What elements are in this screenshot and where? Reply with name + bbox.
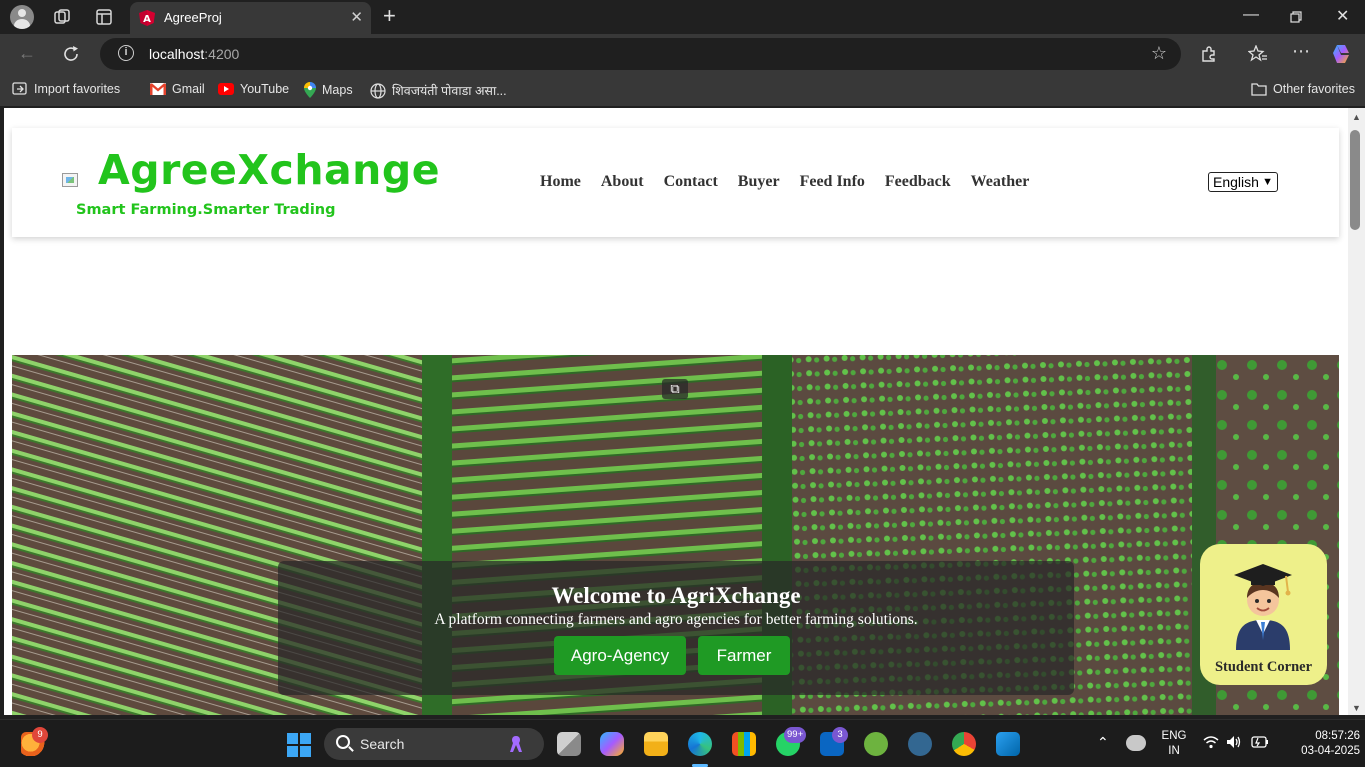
svg-text:A: A <box>143 14 151 25</box>
linkedin-badge: 3 <box>832 727 848 743</box>
refresh-icon[interactable] <box>62 45 80 63</box>
search-icon <box>336 735 350 749</box>
postgresql-icon[interactable] <box>908 732 932 756</box>
nav-feedback[interactable]: Feedback <box>885 173 951 191</box>
welcome-subtitle: A platform connecting farmers and agro a… <box>434 611 918 628</box>
profile-avatar[interactable] <box>10 5 34 29</box>
page-scrollbar[interactable]: ▲ ▼ <box>1348 108 1365 715</box>
fav-gmail[interactable]: Gmail <box>150 82 205 96</box>
microsoft-store-icon[interactable] <box>732 732 756 756</box>
address-bar[interactable]: i localhost:4200 ☆ <box>100 38 1181 70</box>
tab-actions-icon[interactable] <box>95 8 113 26</box>
angular-icon: A <box>139 10 155 26</box>
awareness-ribbon-icon <box>510 736 522 752</box>
extensions-icon[interactable] <box>1200 45 1218 63</box>
wifi-icon[interactable] <box>1203 735 1219 749</box>
nav-contact[interactable]: Contact <box>664 173 718 191</box>
main-nav: Home About Contact Buyer Feed Info Feedb… <box>540 173 1029 191</box>
file-explorer-icon[interactable] <box>644 732 668 756</box>
welcome-panel: Welcome to AgriXchange A platform connec… <box>278 561 1074 695</box>
clock-time: 08:57:26 <box>1315 730 1360 742</box>
onedrive-icon[interactable] <box>1126 735 1146 751</box>
close-window-icon[interactable]: ✕ <box>1336 6 1349 26</box>
favorite-star-icon[interactable]: ☆ <box>1151 43 1167 64</box>
close-tab-icon[interactable]: ✕ <box>350 8 363 26</box>
workspaces-icon[interactable] <box>53 8 71 26</box>
browser-tab-strip: A AgreeProj ✕ + ― ✕ <box>0 0 1365 34</box>
tab-title: AgreeProj <box>164 10 222 25</box>
nav-about[interactable]: About <box>601 173 644 191</box>
logo-image <box>62 173 78 187</box>
task-view-icon[interactable] <box>557 732 581 756</box>
whatsapp-badge: 99+ <box>784 727 807 743</box>
volume-icon[interactable] <box>1226 735 1242 749</box>
nav-feed-info[interactable]: Feed Info <box>800 173 865 191</box>
tab-agreeproj[interactable]: A AgreeProj ✕ <box>130 2 371 34</box>
clock[interactable]: 08:57:26 03-04-2025 <box>1280 729 1360 759</box>
globe-icon <box>370 82 386 99</box>
restore-icon[interactable] <box>1290 11 1302 23</box>
favorites-bar: Import favorites Gmail YouTube Maps शिवज… <box>0 74 1365 106</box>
brand-tagline: Smart Farming.Smarter Trading <box>76 202 336 218</box>
maps-icon <box>304 82 316 98</box>
picture-in-picture-icon[interactable]: ⧉ <box>662 379 688 399</box>
language-select-value: English <box>1213 174 1259 190</box>
favorites-icon[interactable] <box>1248 45 1268 63</box>
scroll-up-icon[interactable]: ▲ <box>1352 112 1361 122</box>
site-info-icon[interactable]: i <box>118 45 134 61</box>
graduate-student-icon <box>1234 564 1292 650</box>
url-text[interactable]: localhost:4200 <box>149 46 239 62</box>
show-hidden-icons[interactable]: ⌃ <box>1097 735 1109 750</box>
youtube-icon <box>218 83 234 95</box>
copilot-icon[interactable] <box>1331 43 1355 65</box>
fav-shivjayanti[interactable]: शिवजयंती पोवाडा असा... <box>370 82 507 99</box>
spring-tools-icon[interactable] <box>864 732 888 756</box>
address-bar-row: ← i localhost:4200 ☆ ⋯ <box>0 34 1365 74</box>
language-select[interactable]: English ▼ <box>1208 172 1278 192</box>
clock-date: 03-04-2025 <box>1301 745 1360 757</box>
nav-home[interactable]: Home <box>540 173 581 191</box>
student-corner-label: Student Corner <box>1214 659 1313 675</box>
minimize-icon[interactable]: ― <box>1243 6 1259 24</box>
weather-badge: 9 <box>32 727 48 743</box>
folder-icon <box>1251 83 1267 96</box>
language-indicator[interactable]: ENG IN <box>1158 729 1190 759</box>
scrollbar-thumb[interactable] <box>1350 130 1360 230</box>
scroll-down-icon[interactable]: ▼ <box>1352 703 1361 713</box>
edge-browser-icon[interactable] <box>688 732 712 756</box>
farmer-button[interactable]: Farmer <box>698 636 790 675</box>
new-tab-icon[interactable]: + <box>383 5 396 27</box>
fav-import-favorites[interactable]: Import favorites <box>12 82 120 96</box>
copilot-app-icon[interactable] <box>600 732 624 756</box>
windows-taskbar: 9 Search 99+ 3 ⌃ ENG IN 08:57:26 03-04-2… <box>0 719 1365 767</box>
student-corner-button[interactable]: Student Corner <box>1200 544 1327 685</box>
agro-agency-button[interactable]: Agro-Agency <box>554 636 686 675</box>
import-icon <box>12 82 27 95</box>
brand-name[interactable]: AgreeXchange <box>98 146 440 194</box>
battery-icon[interactable] <box>1251 736 1269 748</box>
taskbar-search[interactable]: Search <box>324 728 544 760</box>
fav-youtube[interactable]: YouTube <box>218 82 289 96</box>
vscode-icon[interactable] <box>996 732 1020 756</box>
site-header: AgreeXchange Smart Farming.Smarter Tradi… <box>12 128 1339 237</box>
welcome-title: Welcome to AgriXchange <box>551 583 801 608</box>
nav-weather[interactable]: Weather <box>971 173 1030 191</box>
chevron-down-icon: ▼ <box>1262 176 1273 188</box>
taskbar-search-label: Search <box>360 736 405 752</box>
nav-buyer[interactable]: Buyer <box>738 173 780 191</box>
gmail-icon <box>150 83 166 95</box>
hero-banner: ⧉ Welcome to AgriXchange A platform conn… <box>12 355 1339 715</box>
back-icon[interactable]: ← <box>18 43 36 63</box>
start-icon[interactable] <box>287 733 311 757</box>
more-menu-icon[interactable]: ⋯ <box>1292 41 1310 61</box>
chrome-icon[interactable] <box>952 732 976 756</box>
fav-maps[interactable]: Maps <box>304 82 353 98</box>
fav-other-favorites[interactable]: Other favorites <box>1251 82 1355 96</box>
page-viewport: AgreeXchange Smart Farming.Smarter Tradi… <box>4 108 1348 715</box>
